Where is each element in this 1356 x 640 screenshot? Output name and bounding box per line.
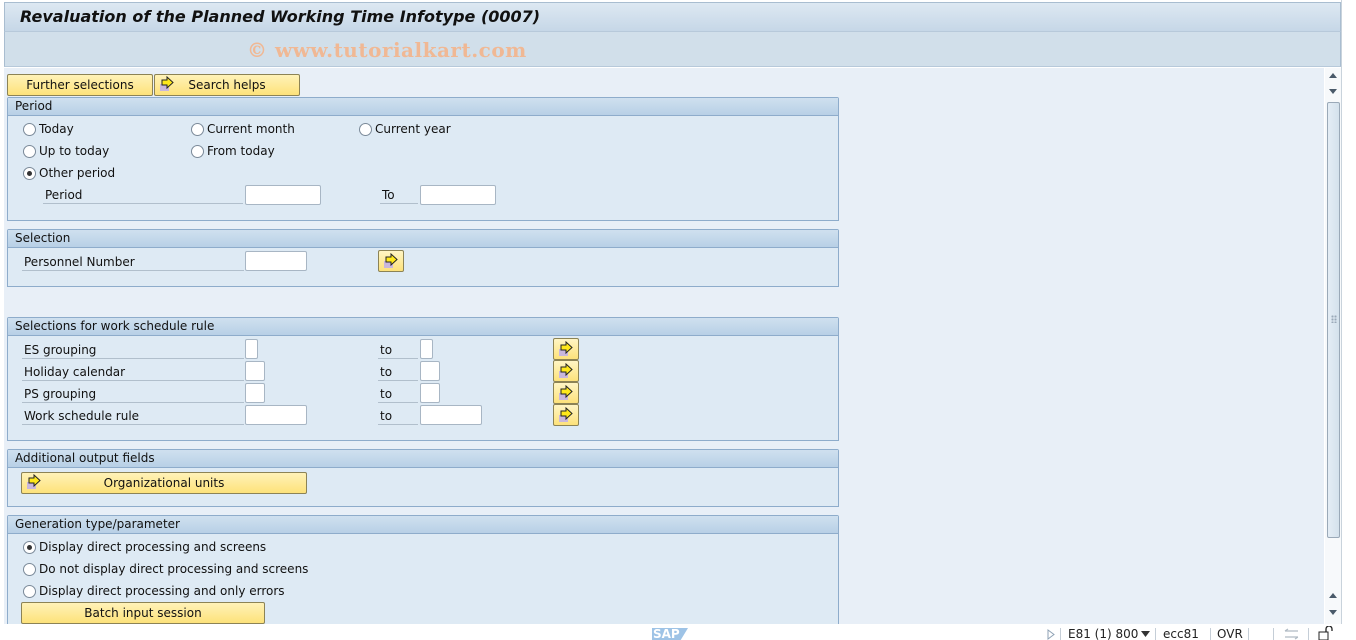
organizational-units-label: Organizational units [103,476,225,490]
radio-button[interactable] [23,562,36,576]
work-schedule-rule-from-input[interactable] [245,405,307,425]
period-from-input[interactable] [245,185,321,205]
dropdown-triangle-icon[interactable] [1141,631,1150,637]
sap-logo: SAP [652,628,692,640]
status-bar: SAP E81 (1) 800 ecc81 OVR [0,624,1356,640]
expand-status-triangle-icon[interactable] [1047,629,1055,640]
radio-up-to-today[interactable]: Up to today [23,144,109,158]
arrow-right-icon [383,253,399,269]
ps-grouping-to-label: to [378,386,418,403]
generation-type-group: Generation type/parameter Display direct… [7,515,839,624]
organizational-units-button[interactable]: Organizational units [21,472,307,494]
radio-current-year[interactable]: Current year [359,122,451,136]
arrow-right-icon [558,385,574,401]
es-grouping-multiple-selection-button[interactable] [553,338,579,360]
holiday-calendar-multiple-selection-button[interactable] [553,360,579,382]
work-schedule-rule-group-title: Selections for work schedule rule [8,318,838,336]
radio-from-today[interactable]: From today [191,144,275,158]
radio-button[interactable] [359,122,372,136]
title-bar: Revaluation of the Planned Working Time … [4,2,1341,32]
work-schedule-rule-to-label: to [378,408,418,425]
lock-icon[interactable] [1318,626,1334,640]
es-grouping-from-input[interactable] [245,339,258,359]
personnel-number-label: Personnel Number [22,254,244,271]
scroll-up-arrow-icon[interactable] [1327,69,1339,83]
ps-grouping-label: PS grouping [22,386,244,403]
period-label: Period [43,187,243,204]
arrow-right-icon [558,341,574,357]
vertical-scrollbar[interactable] [1325,68,1341,624]
server-name: ecc81 [1163,627,1199,640]
arrow-right-icon [159,76,175,92]
generation-type-title: Generation type/parameter [8,516,838,534]
work-schedule-rule-group: Selections for work schedule rule ES gro… [7,317,839,441]
arrow-right-icon [558,363,574,379]
search-helps-button[interactable]: Search helps [154,74,300,96]
selection-screen: Further selections Search helps Period T… [4,68,1324,624]
work-schedule-rule-label: Work schedule rule [22,408,244,425]
scroll-page-up-arrow-icon[interactable] [1327,589,1339,603]
work-schedule-rule-to-input[interactable] [420,405,482,425]
radio-button[interactable] [191,122,204,136]
insert-mode: OVR [1217,627,1243,640]
ps-grouping-multiple-selection-button[interactable] [553,382,579,404]
further-selections-label: Further selections [26,78,134,92]
arrow-right-icon [558,407,574,423]
watermark: © www.tutorialkart.com [247,38,527,62]
es-grouping-to-input[interactable] [420,339,433,359]
radio-button[interactable] [191,144,204,158]
personnel-number-input[interactable] [245,251,307,271]
ps-grouping-to-input[interactable] [420,383,440,403]
selection-group-title: Selection [8,230,838,248]
es-grouping-to-label: to [378,342,418,359]
arrow-right-icon [26,474,42,490]
work-schedule-rule-multiple-selection-button[interactable] [553,404,579,426]
holiday-calendar-to-input[interactable] [420,361,440,381]
holiday-calendar-from-input[interactable] [245,361,265,381]
scroll-down-arrow-icon[interactable] [1327,84,1339,98]
personnel-number-multiple-selection-button[interactable] [378,250,404,272]
batch-input-session-button[interactable]: Batch input session [21,602,265,624]
period-group: Period Today Current month Current year … [7,97,839,221]
radio-button[interactable] [23,144,36,158]
period-to-input[interactable] [420,185,496,205]
grip-icon [1331,315,1337,323]
window-edge [1341,0,1356,624]
period-to-label: To [380,187,418,204]
system-info: E81 (1) 800 [1068,627,1139,640]
further-selections-button[interactable]: Further selections [7,74,153,96]
additional-output-fields-title: Additional output fields [8,450,838,468]
scroll-page-down-arrow-icon[interactable] [1327,605,1339,619]
holiday-calendar-to-label: to [378,364,418,381]
search-helps-label: Search helps [188,78,266,92]
radio-button[interactable] [23,584,36,598]
radio-display-direct-processing-only-errors[interactable]: Display direct processing and only error… [23,584,285,598]
es-grouping-label: ES grouping [22,342,244,359]
radio-do-not-display-direct-processing[interactable]: Do not display direct processing and scr… [23,562,308,576]
radio-button[interactable] [23,122,36,136]
transfer-arrows-icon[interactable] [1284,628,1300,640]
radio-today[interactable]: Today [23,122,74,136]
ps-grouping-from-input[interactable] [245,383,265,403]
radio-button-selected[interactable] [23,540,36,554]
selection-group: Selection Personnel Number [7,229,839,287]
page-title: Revaluation of the Planned Working Time … [20,7,541,26]
additional-output-fields-group: Additional output fields Organizational … [7,449,839,507]
radio-current-month[interactable]: Current month [191,122,295,136]
holiday-calendar-label: Holiday calendar [22,364,244,381]
period-group-title: Period [8,98,838,116]
scrollbar-thumb[interactable] [1327,102,1340,538]
radio-other-period[interactable]: Other period [23,166,115,180]
batch-input-session-label: Batch input session [84,606,202,620]
radio-display-direct-processing-and-screens[interactable]: Display direct processing and screens [23,540,266,554]
radio-button-selected[interactable] [23,166,36,180]
application-toolbar: © www.tutorialkart.com [4,32,1341,67]
